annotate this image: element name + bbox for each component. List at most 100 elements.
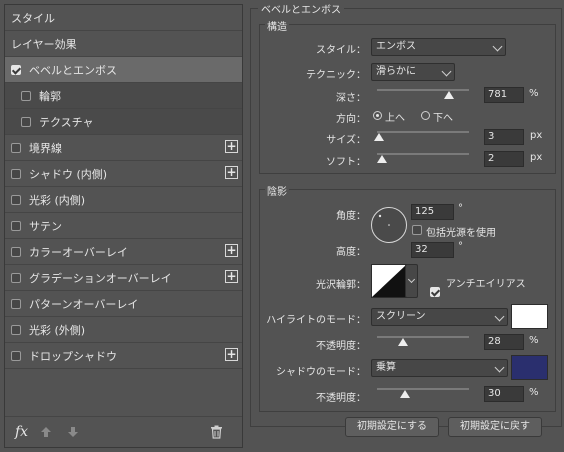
altitude-label: 高度： — [336, 247, 366, 258]
add-effect-icon[interactable]: + — [225, 348, 238, 361]
chevron-down-icon — [492, 41, 503, 52]
effect-item[interactable]: サテン — [5, 213, 242, 239]
angle-dial[interactable] — [370, 206, 408, 244]
effect-item[interactable]: 輪郭 — [5, 83, 242, 109]
shadow-opacity-slider-thumb[interactable] — [399, 390, 410, 398]
make-default-button[interactable]: 初期設定にする — [345, 417, 439, 437]
direction-label: 方向： — [336, 114, 366, 125]
effect-checkbox[interactable] — [11, 194, 21, 205]
effect-item[interactable]: 光彩 (内側) — [5, 187, 242, 213]
shadow-mode-select[interactable]: 乗算 — [371, 359, 508, 377]
shadow-opacity-input[interactable]: 30 — [484, 386, 524, 402]
gloss-contour-swatch[interactable] — [371, 264, 407, 298]
style-select[interactable]: エンボス — [371, 38, 506, 56]
list-footer: fx — [5, 416, 242, 447]
effect-item[interactable]: ベベルとエンボス — [5, 57, 242, 83]
effect-checkbox[interactable] — [11, 142, 21, 153]
soften-slider[interactable] — [377, 153, 469, 155]
trash-icon[interactable] — [210, 425, 223, 439]
effect-checkbox[interactable] — [21, 116, 31, 127]
effect-item[interactable]: パターンオーバーレイ — [5, 291, 242, 317]
size-input[interactable]: 3 — [484, 129, 524, 145]
direction-up-label: 上へ — [385, 113, 405, 124]
effect-item[interactable]: ドロップシャドウ + — [5, 343, 242, 369]
shadow-opacity-label: 不透明度： — [316, 393, 366, 404]
altitude-input[interactable]: 32 — [411, 242, 454, 258]
depth-input[interactable]: 781 — [484, 87, 524, 103]
technique-select-value: 滑らかに — [376, 66, 416, 77]
effect-checkbox[interactable] — [11, 324, 21, 335]
global-light-checkbox[interactable] — [412, 225, 422, 235]
soften-slider-thumb[interactable] — [376, 155, 387, 163]
effect-item[interactable]: テクスチャ — [5, 109, 242, 135]
reset-default-button[interactable]: 初期設定に戻す — [448, 417, 542, 437]
effect-label: パターンオーバーレイ — [29, 297, 139, 311]
effect-checkbox[interactable] — [11, 350, 21, 361]
shadow-color-swatch[interactable] — [511, 355, 548, 380]
add-effect-icon[interactable]: + — [225, 140, 238, 153]
shadow-opacity-slider[interactable] — [377, 388, 469, 390]
antialias-checkbox[interactable] — [430, 287, 440, 297]
chevron-down-icon — [441, 66, 452, 77]
size-label: サイズ： — [326, 135, 366, 146]
highlight-opacity-slider[interactable] — [377, 336, 469, 338]
effect-label: 光彩 (外側) — [29, 323, 86, 337]
technique-label: テクニック： — [306, 70, 366, 81]
effect-label: グラデーションオーバーレイ — [29, 271, 172, 285]
add-effect-icon[interactable]: + — [225, 166, 238, 179]
effect-checkbox[interactable] — [11, 64, 21, 75]
effect-label: ベベルとエンボス — [29, 63, 117, 77]
add-effect-icon[interactable]: + — [225, 270, 238, 283]
effect-checkbox[interactable] — [11, 272, 21, 283]
soften-input[interactable]: 2 — [484, 151, 524, 167]
effect-item[interactable]: カラーオーバーレイ + — [5, 239, 242, 265]
effect-label: ドロップシャドウ — [29, 349, 117, 363]
highlight-opacity-input[interactable]: 28 — [484, 334, 524, 350]
shadow-opacity-unit: % — [529, 387, 539, 398]
highlight-mode-value: スクリーン — [376, 311, 426, 322]
angle-input[interactable]: 125 — [411, 204, 454, 220]
effect-label: スタイル — [11, 11, 55, 25]
fx-button[interactable]: fx — [15, 424, 28, 440]
technique-select[interactable]: 滑らかに — [371, 63, 455, 81]
gloss-contour-label: 光沢輪郭： — [316, 280, 366, 291]
soften-label: ソフト： — [326, 157, 366, 168]
antialias-label: アンチエイリアス — [446, 279, 526, 290]
angle-unit: ° — [458, 203, 463, 214]
size-slider-thumb[interactable] — [373, 133, 384, 141]
effect-checkbox[interactable] — [21, 90, 31, 101]
effect-item[interactable]: レイヤー効果 — [5, 31, 242, 57]
add-effect-icon[interactable]: + — [225, 244, 238, 257]
effect-label: テクスチャ — [39, 115, 94, 129]
soften-unit: px — [530, 152, 543, 163]
direction-down-label: 下へ — [433, 113, 453, 124]
effect-label: シャドウ (内側) — [29, 167, 108, 181]
highlight-opacity-slider-thumb[interactable] — [397, 338, 408, 346]
style-select-value: エンボス — [376, 41, 416, 52]
depth-slider[interactable] — [377, 89, 469, 91]
chevron-down-icon — [407, 275, 416, 284]
highlight-color-swatch[interactable] — [511, 304, 548, 329]
effect-item[interactable]: スタイル — [5, 5, 242, 31]
direction-down-radio[interactable] — [421, 111, 430, 120]
move-down-icon[interactable] — [67, 426, 79, 438]
highlight-mode-select[interactable]: スクリーン — [371, 308, 508, 326]
direction-up-radio[interactable] — [373, 111, 382, 120]
chevron-down-icon — [494, 362, 505, 373]
depth-slider-thumb[interactable] — [443, 91, 454, 99]
move-up-icon[interactable] — [40, 426, 52, 438]
depth-label: 深さ： — [336, 93, 366, 104]
effect-checkbox[interactable] — [11, 246, 21, 257]
effect-checkbox[interactable] — [11, 168, 21, 179]
global-light-label: 包括光源を使用 — [426, 228, 496, 239]
effect-item[interactable]: シャドウ (内側) + — [5, 161, 242, 187]
effect-label: 光彩 (内側) — [29, 193, 86, 207]
shading-title: 陰影 — [265, 183, 289, 198]
effect-checkbox[interactable] — [11, 298, 21, 309]
size-slider[interactable] — [377, 131, 469, 133]
effect-item[interactable]: 光彩 (外側) — [5, 317, 242, 343]
effect-checkbox[interactable] — [11, 220, 21, 231]
effect-item[interactable]: グラデーションオーバーレイ + — [5, 265, 242, 291]
gloss-contour-dropdown[interactable] — [405, 264, 418, 298]
effect-item[interactable]: 境界線 + — [5, 135, 242, 161]
